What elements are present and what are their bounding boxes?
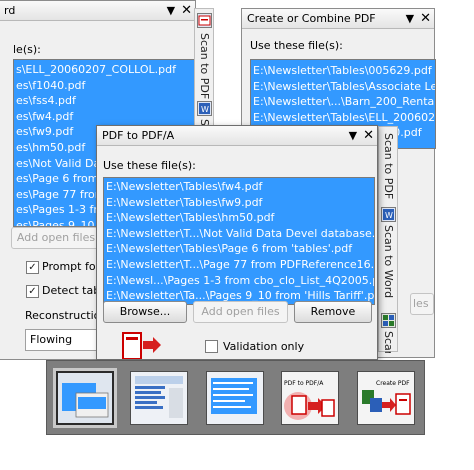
thumbnail-bar: PDF to PDF/A Create PDF — [46, 360, 425, 435]
close-icon[interactable]: ✕ — [181, 1, 192, 20]
scan-to-pdf-tab[interactable]: Scan to PDF — [198, 33, 211, 99]
files-label: Use these file(s): — [103, 159, 196, 172]
list-item[interactable]: E:\Newsletter\Tables\Page 6 from 'tables… — [104, 241, 374, 257]
add-open-files-button[interactable]: Add open files — [11, 227, 101, 249]
dropdown-icon[interactable]: ▼ — [349, 126, 357, 145]
thumbnail-combine-list[interactable] — [206, 371, 264, 425]
side-tab-strip-b: Scan to PDF W Scan to Word Scan — [378, 126, 398, 353]
left-window-title: rd — [4, 4, 16, 17]
prompt-label: Prompt for — [42, 260, 101, 273]
list-item[interactable]: E:\Newsletter\Tables\ELL_20060207_COLL — [251, 110, 435, 126]
list-item[interactable]: es\f1040.pdf — [14, 78, 194, 94]
detect-tables-checkbox[interactable]: ✓ — [26, 285, 39, 298]
list-item[interactable]: E:\Newsletter\Tables\fw4.pdf — [104, 179, 374, 195]
list-item[interactable]: E:\Newsletter\Tables\Associate Ledger.pd — [251, 79, 435, 95]
list-item[interactable]: E:\Newsletter\Tables\fw9.pdf — [104, 195, 374, 211]
scan-tab[interactable]: Scan — [382, 331, 395, 353]
thumbnail-pdf-to-pdfa[interactable]: PDF to PDF/A — [281, 371, 339, 425]
word-icon: W — [197, 101, 212, 116]
scan-icon — [381, 313, 396, 328]
list-item[interactable]: s\ELL_20060207_COLLOL.pdf — [14, 62, 194, 78]
validation-only-checkbox[interactable] — [205, 340, 218, 353]
list-item[interactable]: es\fss4.pdf — [14, 93, 194, 109]
list-item[interactable]: E:\Newsletter\Tables\005629.pdf — [251, 63, 435, 79]
scan-to-pdf-tab[interactable]: Scan to PDF — [382, 133, 395, 199]
close-icon[interactable]: ✕ — [420, 9, 431, 28]
scanner-icon — [197, 13, 212, 28]
create-combine-titlebar: Create or Combine PDF ▼ ✕ — [242, 9, 434, 29]
prompt-checkbox[interactable]: ✓ — [26, 261, 39, 274]
svg-text:W: W — [201, 105, 209, 114]
scan-to-word-tab[interactable]: Scan to Word — [382, 225, 395, 298]
reconstruction-label: Reconstruction — [25, 309, 108, 322]
detect-tables-label: Detect tabl — [42, 284, 104, 297]
thumbnail-combine-pdf[interactable] — [53, 368, 117, 428]
dropdown-icon[interactable]: ▼ — [167, 1, 175, 20]
left-window-titlebar: rd ▼ ✕ — [0, 1, 195, 21]
list-item[interactable]: es\fw4.pdf — [14, 109, 194, 125]
close-icon[interactable]: ✕ — [363, 126, 374, 145]
files-label: le(s): — [13, 43, 41, 56]
list-item[interactable]: E:\Newsletter\Tables\hm50.pdf — [104, 210, 374, 226]
svg-text:W: W — [385, 211, 393, 220]
add-files-button-partial[interactable]: les — [410, 293, 434, 315]
dropdown-icon[interactable]: ▼ — [406, 9, 414, 28]
list-item[interactable]: E:\Newsletter\...\Barn_200_Rental_Pricin — [251, 94, 435, 110]
thumbnail-scan-to-word[interactable] — [130, 371, 188, 425]
list-item[interactable]: E:\Newsl...\Pages 1-3 from cbo_clo_List_… — [104, 273, 374, 289]
side-tab-strip-a: Scan to PDF W Scan to — [194, 8, 214, 137]
pdfa-converter-icon — [119, 329, 163, 360]
add-open-files-button[interactable]: Add open files — [193, 301, 288, 323]
list-item[interactable]: E:\Newsletter\T...\Not Valid Data Devel … — [104, 226, 374, 242]
pdf-to-pdfa-title: PDF to PDF/A — [102, 129, 175, 142]
pdf-to-pdfa-titlebar: PDF to PDF/A ▼ ✕ — [97, 126, 377, 146]
files-label: Use these file(s): — [250, 39, 343, 52]
remove-button[interactable]: Remove — [294, 301, 372, 323]
list-item[interactable]: E:\Newsletter\T...\Page 77 from PDFRefer… — [104, 257, 374, 273]
create-combine-title: Create or Combine PDF — [247, 12, 376, 25]
browse-button[interactable]: Browse... — [103, 301, 187, 323]
file-list[interactable]: E:\Newsletter\Tables\fw4.pdf E:\Newslett… — [103, 177, 375, 305]
word-icon: W — [381, 207, 396, 222]
pdf-to-pdfa-window: PDF to PDF/A ▼ ✕ Use these file(s): E:\N… — [96, 125, 378, 360]
reconstruction-select[interactable]: Flowing — [25, 329, 105, 351]
thumbnail-create-pdf[interactable]: Create PDF — [357, 371, 415, 425]
validation-only-label: Validation only — [223, 340, 305, 353]
